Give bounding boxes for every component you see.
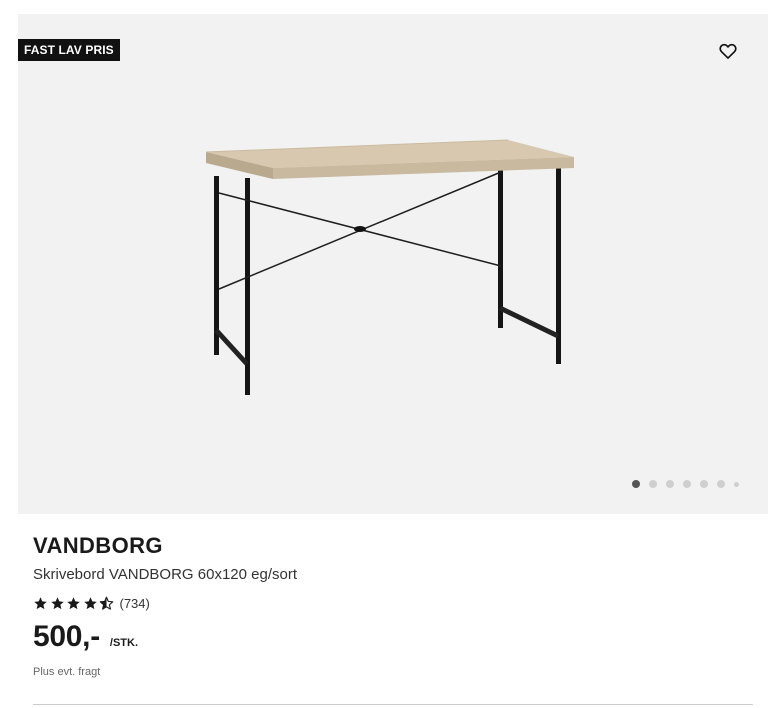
desk-product-image — [205, 139, 574, 395]
product-price: 500,- — [33, 620, 100, 653]
star-full-icon — [50, 596, 64, 609]
star-full-icon — [83, 596, 97, 609]
rating-count: (734) — [119, 595, 150, 611]
product-image-gallery[interactable]: FAST LAV PRIS — [18, 14, 768, 514]
divider — [33, 704, 753, 705]
gallery-dot[interactable] — [666, 480, 674, 488]
product-brand[interactable]: VANDBORG — [33, 532, 753, 560]
price-row: 500,- /STK. — [33, 620, 753, 654]
price-badge: FAST LAV PRIS — [18, 39, 120, 61]
star-half-icon — [99, 596, 114, 610]
price-unit: /STK. — [109, 637, 139, 649]
gallery-dot[interactable] — [649, 480, 657, 488]
gallery-pagination[interactable] — [632, 480, 739, 488]
gallery-dot[interactable] — [632, 480, 640, 488]
gallery-dot[interactable] — [700, 480, 708, 488]
product-title[interactable]: Skrivebord VANDBORG 60x120 eg/sort — [33, 565, 753, 585]
star-full-icon — [67, 596, 80, 609]
star-full-icon — [34, 596, 47, 609]
product-card[interactable]: FAST LAV PRIS VANDBORG Skrivebord VANDBO… — [0, 0, 781, 708]
gallery-dot[interactable] — [734, 481, 739, 487]
shipping-note: Plus evt. fragt — [33, 666, 101, 678]
product-info: VANDBORG Skrivebord VANDBORG 60x120 eg/s… — [33, 532, 753, 678]
gallery-dot[interactable] — [683, 480, 691, 488]
heart-icon[interactable] — [718, 41, 738, 61]
gallery-dot[interactable] — [717, 480, 725, 488]
product-rating[interactable]: (734) — [33, 594, 753, 612]
